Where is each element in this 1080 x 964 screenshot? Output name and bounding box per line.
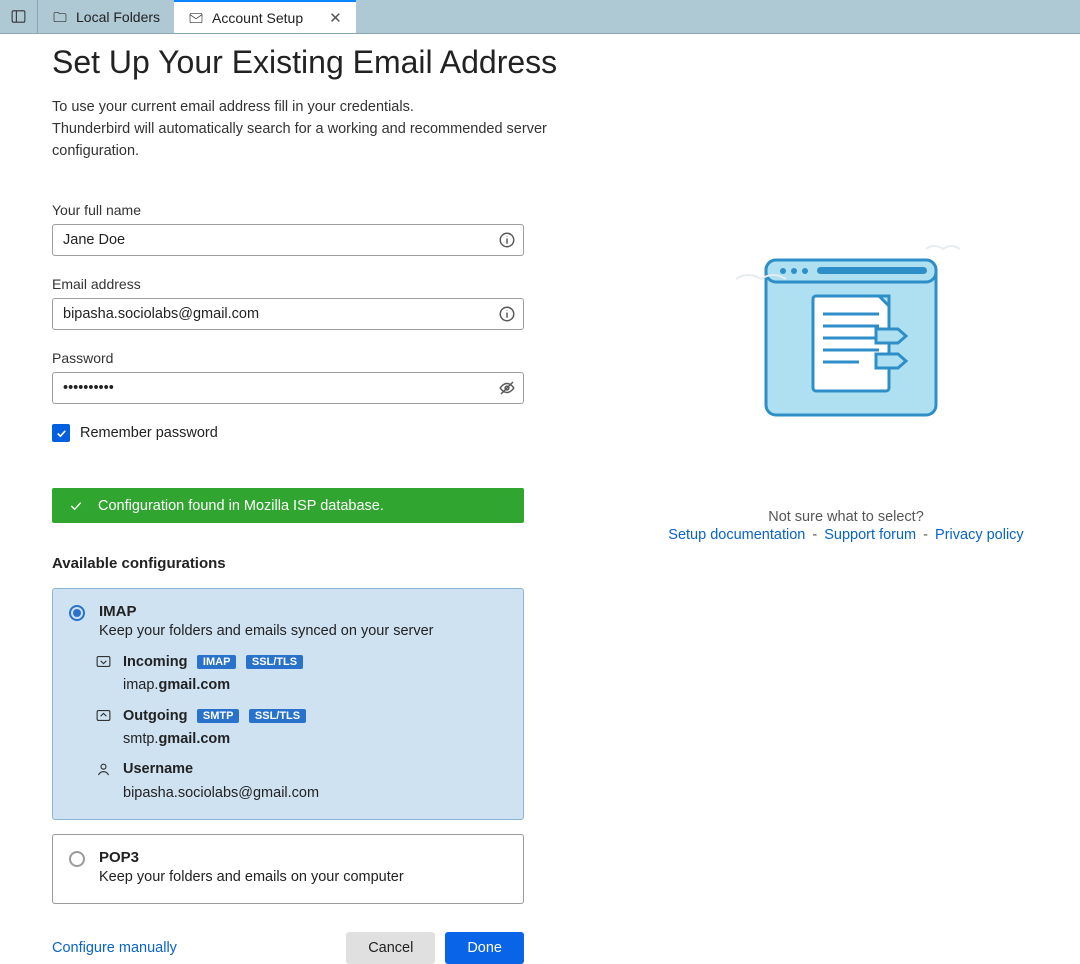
- checkbox-checked-icon: [52, 424, 70, 442]
- spaces-toolbar-button[interactable]: [0, 0, 38, 33]
- config-name: IMAP: [99, 603, 507, 620]
- config-option-pop3[interactable]: POP3 Keep your folders and emails on you…: [52, 834, 524, 904]
- folder-icon: [52, 9, 68, 25]
- check-icon: [68, 498, 84, 514]
- incoming-label: Incoming: [123, 654, 187, 670]
- outgoing-protocol-badge: SMTP: [197, 709, 240, 723]
- close-tab-icon[interactable]: ✕: [329, 9, 342, 27]
- username-label: Username: [123, 761, 193, 777]
- email-input[interactable]: [52, 298, 524, 330]
- available-configs-title: Available configurations: [52, 555, 612, 572]
- illustration-icon: [731, 234, 961, 439]
- radio-unchecked-icon[interactable]: [69, 851, 85, 867]
- page-subtitle-1: To use your current email address fill i…: [52, 97, 612, 119]
- name-label: Your full name: [52, 202, 612, 218]
- config-desc: Keep your folders and emails on your com…: [99, 869, 507, 885]
- remember-password-checkbox[interactable]: Remember password: [52, 424, 612, 442]
- outgoing-ssl-badge: SSL/TLS: [249, 709, 306, 723]
- username-value: bipasha.sociolabs@gmail.com: [123, 785, 507, 801]
- incoming-protocol-badge: IMAP: [197, 655, 237, 669]
- outgoing-server: smtp.gmail.com: [123, 731, 507, 747]
- config-name: POP3: [99, 849, 507, 866]
- tab-strip: Local Folders Account Setup ✕: [0, 0, 1080, 34]
- radio-checked-icon[interactable]: [69, 605, 85, 621]
- person-icon: [95, 761, 113, 783]
- tab-account-setup[interactable]: Account Setup ✕: [174, 0, 356, 33]
- status-banner: Configuration found in Mozilla ISP datab…: [52, 488, 524, 523]
- inbox-icon: [95, 653, 113, 675]
- done-button[interactable]: Done: [445, 932, 524, 964]
- page-subtitle-2: Thunderbird will automatically search fo…: [52, 119, 612, 163]
- privacy-policy-link[interactable]: Privacy policy: [935, 527, 1024, 543]
- eye-off-icon[interactable]: [498, 379, 516, 397]
- incoming-server: imap.gmail.com: [123, 677, 507, 693]
- incoming-ssl-badge: SSL/TLS: [246, 655, 303, 669]
- page-title: Set Up Your Existing Email Address: [52, 44, 612, 81]
- info-icon[interactable]: [498, 231, 516, 249]
- configure-manually-link[interactable]: Configure manually: [52, 940, 336, 956]
- config-desc: Keep your folders and emails synced on y…: [99, 623, 507, 639]
- outbox-icon: [95, 707, 113, 729]
- support-forum-link[interactable]: Support forum: [824, 527, 916, 543]
- mail-settings-icon: [188, 10, 204, 26]
- help-prompt: Not sure what to select?: [612, 509, 1080, 525]
- status-text: Configuration found in Mozilla ISP datab…: [98, 498, 384, 514]
- config-option-imap[interactable]: IMAP Keep your folders and emails synced…: [52, 588, 524, 820]
- email-label: Email address: [52, 276, 612, 292]
- cancel-button[interactable]: Cancel: [346, 932, 435, 964]
- info-icon[interactable]: [498, 305, 516, 323]
- outgoing-label: Outgoing: [123, 708, 187, 724]
- setup-documentation-link[interactable]: Setup documentation: [668, 527, 805, 543]
- password-label: Password: [52, 350, 612, 366]
- remember-label: Remember password: [80, 425, 218, 441]
- tab-label: Account Setup: [212, 10, 303, 26]
- tab-local-folders[interactable]: Local Folders: [38, 0, 174, 33]
- password-input[interactable]: [52, 372, 524, 404]
- tab-label: Local Folders: [76, 9, 160, 25]
- name-input[interactable]: [52, 224, 524, 256]
